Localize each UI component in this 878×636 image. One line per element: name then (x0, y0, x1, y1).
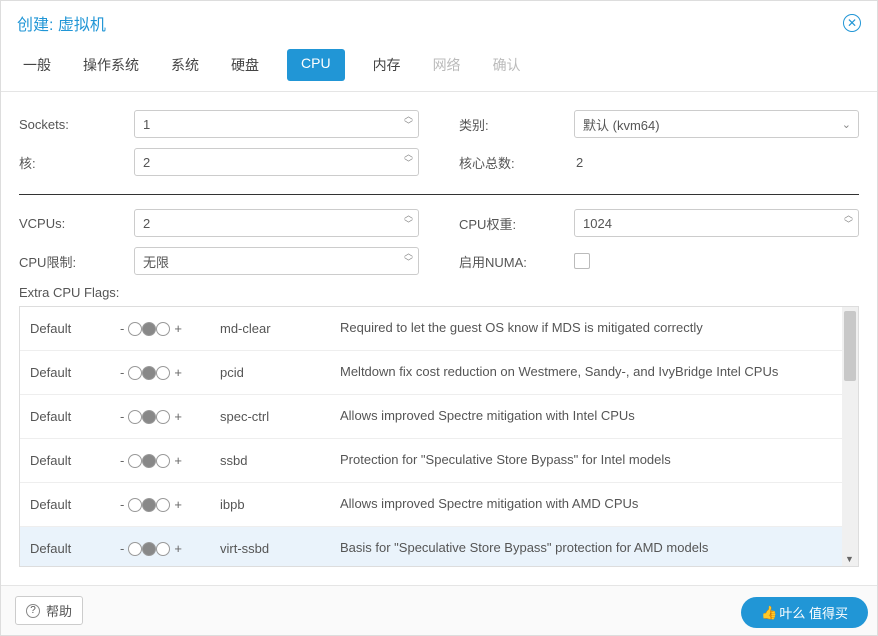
flag-description: Protection for "Speculative Store Bypass… (340, 451, 832, 469)
flags-rows: Default-+md-clearRequired to let the gue… (20, 307, 842, 566)
tab-5[interactable]: 内存 (369, 49, 405, 81)
flag-description: Required to let the guest OS know if MDS… (340, 319, 832, 337)
flag-tristate-toggle[interactable]: -+ (120, 321, 220, 336)
flag-tristate-toggle[interactable]: -+ (120, 497, 220, 512)
help-button[interactable]: ? 帮助 (15, 596, 83, 625)
total-cores-label: 核心总数: (459, 153, 574, 172)
vcpus-label: VCPUs: (19, 216, 134, 231)
flag-name: ssbd (220, 453, 340, 468)
scroll-down-icon[interactable]: ▼ (845, 554, 854, 564)
flag-row[interactable]: Default-+pcidMeltdown fix cost reduction… (20, 351, 842, 395)
flag-row[interactable]: Default-+ssbdProtection for "Speculative… (20, 439, 842, 483)
flag-name: virt-ssbd (220, 541, 340, 556)
flag-description: Meltdown fix cost reduction on Westmere,… (340, 363, 832, 381)
wizard-tabs: 一般操作系统系统硬盘 CPU 内存网络确认 (1, 41, 877, 92)
thumb-icon: 👍 (761, 605, 777, 621)
tab-2[interactable]: 系统 (167, 49, 203, 81)
sockets-label: Sockets: (19, 117, 134, 132)
cores-input[interactable] (134, 148, 419, 176)
flag-state: Default (30, 541, 120, 556)
flag-name: md-clear (220, 321, 340, 336)
flag-row[interactable]: Default-+virt-ssbdBasis for "Speculative… (20, 527, 842, 566)
sockets-input[interactable] (134, 110, 419, 138)
flag-description: Allows improved Spectre mitigation with … (340, 407, 832, 425)
cpu-type-select[interactable] (574, 110, 859, 138)
flag-description: Allows improved Spectre mitigation with … (340, 495, 832, 513)
divider (19, 194, 859, 195)
dialog-title: 创建: 虚拟机 (17, 11, 106, 35)
scrollbar[interactable]: ▼ (842, 307, 858, 566)
dialog-footer: ? 帮助 高级 👍 叶么 值得买 (1, 585, 877, 635)
close-icon[interactable]: ✕ (843, 14, 861, 32)
dialog-body: Sockets: ︿﹀ 类别: ⌄ 核: ︿﹀ (1, 92, 877, 585)
scrollbar-thumb[interactable] (844, 311, 856, 381)
flag-description: Basis for "Speculative Store Bypass" pro… (340, 539, 832, 557)
flag-row[interactable]: Default-+spec-ctrlAllows improved Spectr… (20, 395, 842, 439)
flag-name: pcid (220, 365, 340, 380)
tab-6: 网络 (429, 49, 465, 81)
flag-name: ibpb (220, 497, 340, 512)
tab-4[interactable]: CPU (287, 49, 345, 81)
flag-name: spec-ctrl (220, 409, 340, 424)
cpu-weight-label: CPU权重: (459, 214, 574, 233)
flag-tristate-toggle[interactable]: -+ (120, 365, 220, 380)
flag-tristate-toggle[interactable]: -+ (120, 409, 220, 424)
vcpus-input[interactable] (134, 209, 419, 237)
flag-state: Default (30, 321, 120, 336)
numa-label: 启用NUMA: (459, 252, 574, 271)
create-vm-dialog: 创建: 虚拟机 ✕ 一般操作系统系统硬盘 CPU 内存网络确认 Sockets: ︿… (0, 0, 878, 636)
numa-checkbox[interactable] (574, 253, 590, 269)
tab-3[interactable]: 硬盘 (227, 49, 263, 81)
flag-row[interactable]: Default-+md-clearRequired to let the gue… (20, 307, 842, 351)
cpu-limit-input[interactable] (134, 247, 419, 275)
flag-state: Default (30, 497, 120, 512)
tab-7: 确认 (489, 49, 525, 81)
help-label: 帮助 (46, 601, 72, 620)
flag-state: Default (30, 453, 120, 468)
flag-tristate-toggle[interactable]: -+ (120, 453, 220, 468)
flag-tristate-toggle[interactable]: -+ (120, 541, 220, 556)
dialog-header: 创建: 虚拟机 ✕ (1, 1, 877, 41)
help-icon: ? (26, 604, 40, 618)
tab-0[interactable]: 一般 (19, 49, 55, 81)
type-label: 类别: (459, 115, 574, 134)
cores-label: 核: (19, 153, 134, 172)
cpu-limit-label: CPU限制: (19, 252, 134, 271)
flag-state: Default (30, 409, 120, 424)
flags-table: Default-+md-clearRequired to let the gue… (19, 306, 859, 567)
watermark-pill: 👍 叶么 值得买 (741, 597, 868, 628)
cpu-weight-input[interactable] (574, 209, 859, 237)
tab-1[interactable]: 操作系统 (79, 49, 143, 81)
flag-row[interactable]: Default-+ibpbAllows improved Spectre mit… (20, 483, 842, 527)
total-cores-value: 2 (574, 155, 583, 170)
flag-state: Default (30, 365, 120, 380)
extra-flags-label: Extra CPU Flags: (19, 285, 859, 300)
